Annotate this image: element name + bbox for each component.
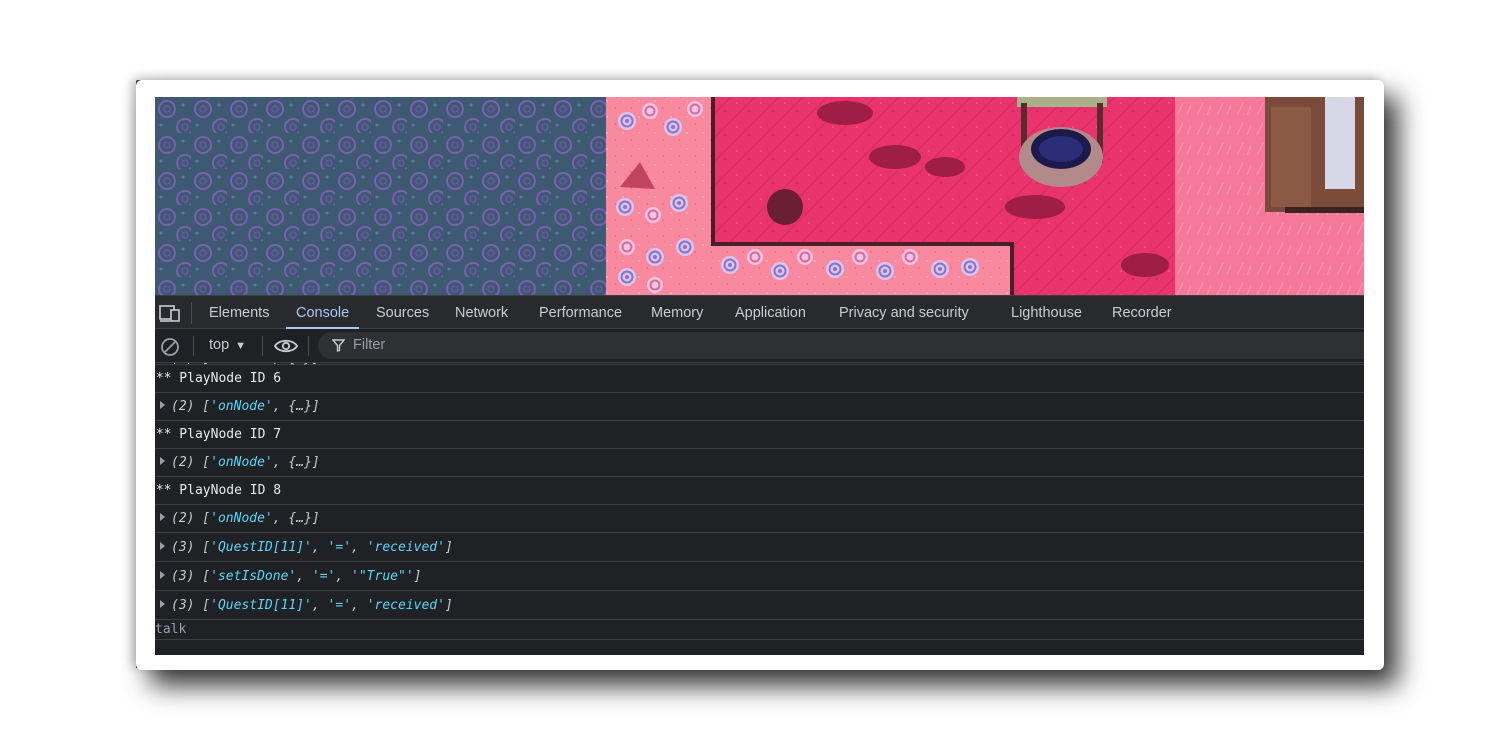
array-tail: , {…}] [272, 455, 320, 470]
log-text: *** PlayNode ID 6 [155, 371, 282, 386]
game-scene [155, 97, 1364, 295]
array-open-bracket: [ [194, 569, 211, 584]
array-open-bracket: [ [194, 455, 211, 470]
filter-placeholder: Filter [353, 337, 386, 353]
filter-input[interactable]: Filter [318, 332, 1364, 359]
array-tail: ] [413, 569, 422, 584]
array-length: (3) [171, 540, 195, 555]
tab-elements[interactable]: Elements [209, 296, 269, 329]
expand-triangle-icon[interactable] [160, 401, 165, 409]
console-array-message[interactable]: (2) ['onNode', {…}] [155, 449, 1364, 477]
array-open-bracket: [ [194, 540, 211, 555]
array-length: (3) [171, 569, 195, 584]
array-separator: , [311, 540, 328, 555]
console-log-message: *** PlayNode ID 7 [155, 421, 1364, 449]
expand-triangle-icon[interactable] [160, 571, 165, 579]
array-open-bracket: [ [194, 598, 211, 613]
array-separator: , [335, 569, 352, 584]
context-selector-label: top [209, 337, 230, 353]
array-length: (3) [171, 598, 195, 613]
array-open-bracket: [ [194, 511, 211, 526]
array-string-item: 'onNode' [210, 455, 273, 470]
array-length: (2) [171, 455, 195, 470]
live-expression-icon[interactable] [274, 338, 298, 354]
toolbar-separator [262, 336, 263, 356]
clear-console-icon[interactable] [160, 337, 180, 357]
array-tail: ] [444, 540, 453, 555]
tab-memory[interactable]: Memory [651, 296, 703, 329]
console-log-message: *** PlayNode ID 8 [155, 477, 1364, 505]
array-separator: , [351, 540, 367, 555]
array-string-item: 'setIsDone' [210, 569, 297, 584]
array-tail: , {…}] [272, 399, 320, 414]
tab-privacy-and-security[interactable]: Privacy and security [839, 296, 969, 329]
toolbar-separator [193, 336, 194, 356]
console-array-message[interactable]: (2) ['onNode', {…}] [155, 505, 1364, 533]
array-length: (2) [171, 511, 195, 526]
tab-separator [191, 302, 192, 324]
tab-recorder[interactable]: Recorder [1112, 296, 1172, 329]
array-string-item: 'received' [366, 540, 445, 555]
console-array-message[interactable]: (3) ['setIsDone', '=', '"True"'] [155, 562, 1364, 591]
tab-lighthouse[interactable]: Lighthouse [1011, 296, 1082, 329]
array-separator: , [296, 569, 312, 584]
tab-application[interactable]: Application [735, 296, 806, 329]
expand-triangle-icon[interactable] [160, 513, 165, 521]
chevron-down-icon: ▼ [235, 340, 247, 352]
game-canvas[interactable] [155, 97, 1364, 295]
array-string-item: '=' [327, 598, 352, 613]
console-array-message[interactable]: (2) ['onNode', {…}] [155, 393, 1364, 421]
console-log-message: *** PlayNode ID 6 [155, 365, 1364, 393]
array-string-item: 'QuestID[11]' [210, 540, 312, 555]
array-string-item: '"True"' [351, 569, 414, 584]
array-tail: , {…}] [272, 511, 320, 526]
tab-performance[interactable]: Performance [539, 296, 622, 329]
array-string-item: 'received' [366, 598, 445, 613]
expand-triangle-icon[interactable] [160, 542, 165, 550]
array-string-item: 'onNode' [210, 511, 273, 526]
devtools-tab-bar: Elements Console Sources Network Perform… [155, 295, 1364, 329]
array-separator: , [311, 598, 328, 613]
console-array-message[interactable]: (3) ['QuestID[11]', '=', 'received'] [155, 591, 1364, 620]
context-selector[interactable]: top ▼ [209, 329, 246, 362]
tab-network[interactable]: Network [455, 296, 508, 329]
device-toolbar-icon[interactable] [159, 303, 181, 323]
array-string-item: 'QuestID[11]' [210, 598, 312, 613]
array-tail: ] [444, 598, 453, 613]
array-open-bracket: [ [194, 399, 211, 414]
expand-triangle-icon[interactable] [160, 457, 165, 465]
tab-sources[interactable]: Sources [376, 296, 429, 329]
tab-console[interactable]: Console [285, 296, 360, 329]
filter-icon [332, 339, 345, 352]
log-text: *** PlayNode ID 7 [155, 427, 282, 442]
array-string-item: '=' [311, 569, 336, 584]
array-string-item: 'onNode' [210, 399, 273, 414]
array-length: (2) [171, 399, 195, 414]
console-array-message[interactable]: (3) ['QuestID[11]', '=', 'received'] [155, 533, 1364, 562]
console-log-message: talk [155, 620, 1364, 640]
console-toolbar: top ▼ Filter [155, 329, 1364, 363]
log-text: talk [155, 622, 187, 637]
toolbar-separator [308, 336, 309, 356]
browser-content: Elements Console Sources Network Perform… [155, 97, 1364, 655]
array-separator: , [351, 598, 367, 613]
log-text: *** PlayNode ID 8 [155, 483, 282, 498]
array-string-item: '=' [327, 540, 352, 555]
console-messages: (2) ['onNode', {…}]*** PlayNode ID 6(2) … [155, 363, 1364, 655]
expand-triangle-icon[interactable] [160, 600, 165, 608]
